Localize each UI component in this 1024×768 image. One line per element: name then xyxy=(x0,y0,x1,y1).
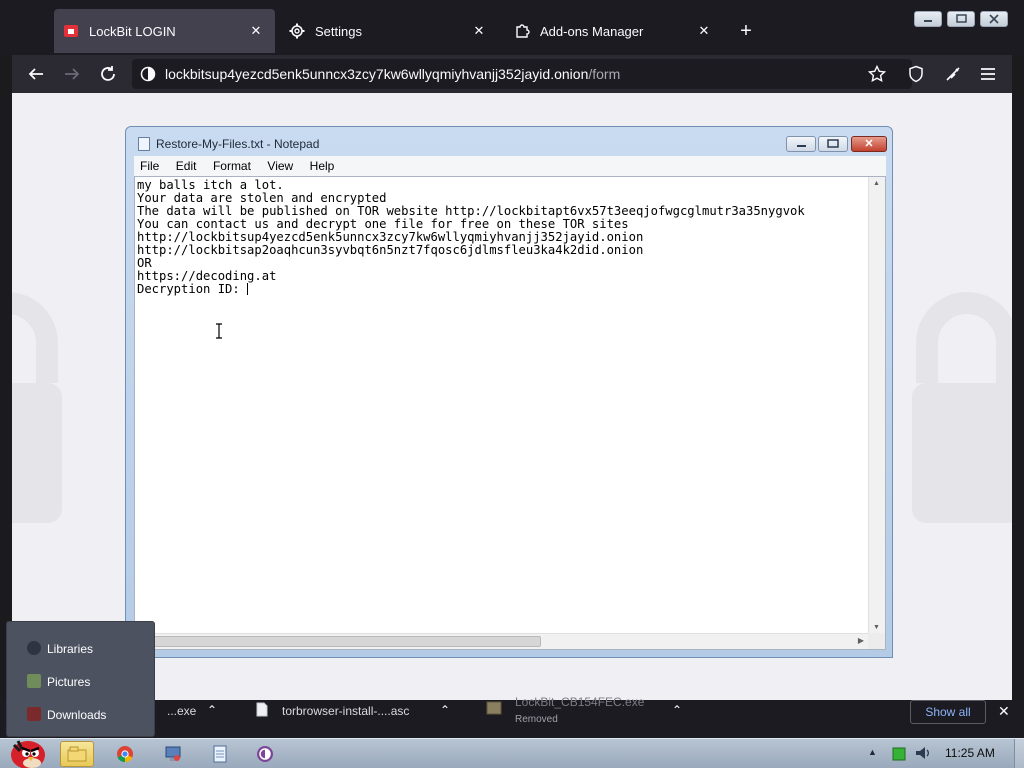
scroll-right-arrow-icon[interactable]: ▶ xyxy=(858,636,864,645)
scroll-up-arrow-icon[interactable]: ▲ xyxy=(873,180,880,187)
show-all-downloads-button[interactable]: Show all xyxy=(910,700,986,724)
explorer-icon[interactable] xyxy=(60,741,94,767)
close-tab-icon[interactable]: ✕ xyxy=(247,22,265,40)
windows-taskbar: ▲ 11:25 AM xyxy=(0,738,1024,768)
download-item[interactable]: torbrowser-install-....asc ⌃ xyxy=(240,700,465,738)
pictures-icon xyxy=(27,674,41,688)
onion-site-icon[interactable] xyxy=(140,66,156,87)
chrome-icon[interactable] xyxy=(108,741,142,767)
menu-format[interactable]: Format xyxy=(207,156,257,173)
lock-watermark-icon xyxy=(912,292,1012,523)
taskbar-clock[interactable]: 11:25 AM xyxy=(945,746,995,760)
vertical-scrollbar[interactable]: ▲ ▼ xyxy=(868,177,885,634)
bookmark-star-icon[interactable] xyxy=(866,63,888,85)
text-line: http://lockbitsap2oaqhcun3syvbqt6n5nzt7f… xyxy=(137,243,644,257)
show-desktop-button[interactable] xyxy=(1014,739,1024,768)
decryption-id-label: Decryption ID: xyxy=(137,282,248,296)
document-file-icon xyxy=(256,702,268,720)
text-line-decryption-id: Decryption ID: xyxy=(137,283,863,296)
speaker-volume-icon[interactable] xyxy=(914,745,932,766)
close-button[interactable]: ✕ xyxy=(851,136,887,152)
jumplist-label: Downloads xyxy=(47,708,107,722)
new-tab-plus-icon[interactable]: + xyxy=(735,20,757,42)
network-icon[interactable] xyxy=(892,747,906,766)
jumplist-item-libraries[interactable]: Libraries xyxy=(7,632,154,662)
tab-lockbit-login[interactable]: LockBit LOGIN ✕ xyxy=(54,9,275,53)
scroll-down-arrow-icon[interactable]: ▼ xyxy=(873,624,880,631)
notepad-window[interactable]: Restore-My-Files.txt - Notepad ✕ File Ed… xyxy=(125,126,893,658)
reload-icon[interactable] xyxy=(97,63,119,85)
show-hidden-icons-chevron-icon[interactable]: ▲ xyxy=(868,747,877,757)
tab-settings[interactable]: Settings ✕ xyxy=(280,9,498,53)
libraries-icon xyxy=(27,641,41,655)
horizontal-scroll-thumb[interactable] xyxy=(153,636,541,647)
download-status: Removed xyxy=(515,714,558,725)
menu-edit[interactable]: Edit xyxy=(170,156,203,173)
minimize-button[interactable] xyxy=(786,136,816,152)
forward-arrow-icon[interactable] xyxy=(61,63,83,85)
close-tab-icon[interactable]: ✕ xyxy=(470,22,488,40)
system-tray: ▲ xyxy=(866,745,936,763)
download-item[interactable]: ...exe ⌃ xyxy=(155,700,235,738)
browser-tab-strip: LockBit LOGIN ✕ Settings ✕ Add-ons Manag… xyxy=(0,0,1024,55)
notepad-icon xyxy=(138,137,150,151)
menu-file[interactable]: File xyxy=(134,156,165,173)
notepad-icon[interactable] xyxy=(203,741,237,767)
tor-browser-icon[interactable] xyxy=(248,741,282,767)
back-arrow-icon[interactable] xyxy=(25,63,47,85)
close-tab-icon[interactable]: ✕ xyxy=(695,22,713,40)
size-grip[interactable] xyxy=(868,633,885,649)
url-path: /form xyxy=(588,66,621,82)
start-button-angry-bird-icon[interactable] xyxy=(4,735,48,768)
lock-watermark-icon xyxy=(12,292,62,523)
close-download-shelf-icon[interactable]: ✕ xyxy=(998,703,1010,720)
url-host: lockbitsup4yezcd5enk5unncx3zcy7kw6wllyqm… xyxy=(165,66,589,82)
menu-view[interactable]: View xyxy=(261,156,299,173)
navigation-toolbar: lockbitsup4yezcd5enk5unncx3zcy7kw6wllyqm… xyxy=(12,55,1012,93)
text-cursor-ibeam-icon xyxy=(215,323,223,339)
minimize-window-button[interactable] xyxy=(914,11,942,27)
tab-addons-manager[interactable]: Add-ons Manager ✕ xyxy=(505,9,723,53)
new-identity-broom-icon[interactable] xyxy=(942,63,964,85)
chevron-up-icon[interactable]: ⌃ xyxy=(440,703,454,717)
hamburger-menu-icon[interactable] xyxy=(977,63,999,85)
horizontal-scrollbar[interactable]: ◀ ▶ xyxy=(135,633,868,649)
menu-help[interactable]: Help xyxy=(304,156,341,173)
explorer-jump-list: Libraries Pictures Downloads xyxy=(6,621,155,737)
chevron-up-icon[interactable]: ⌃ xyxy=(207,703,221,717)
text-caret xyxy=(247,283,249,295)
tab-label: Settings xyxy=(315,23,362,39)
jumplist-label: Libraries xyxy=(47,642,94,656)
shield-icon[interactable] xyxy=(905,63,927,85)
jumplist-item-downloads[interactable]: Downloads xyxy=(7,698,154,728)
lockbit-favicon-icon xyxy=(62,22,80,40)
control-panel-icon[interactable] xyxy=(156,741,190,767)
downloads-icon xyxy=(27,707,41,721)
download-name: torbrowser-install-....asc xyxy=(282,704,410,718)
close-window-button[interactable] xyxy=(980,11,1008,27)
tab-label: LockBit LOGIN xyxy=(89,23,176,39)
download-item[interactable]: LockBit_CB154FEC.exe Removed ⌃ xyxy=(480,695,700,738)
url-text: lockbitsup4yezcd5enk5unncx3zcy7kw6wllyqm… xyxy=(165,66,620,82)
menu-bar: File Edit Format View Help xyxy=(134,156,886,176)
gear-icon xyxy=(288,22,306,40)
document-text[interactable]: my balls itch a lot. Your data are stolen… xyxy=(137,179,863,629)
download-name: ...exe xyxy=(167,704,197,718)
tab-label: Add-ons Manager xyxy=(540,23,644,39)
jumplist-label: Pictures xyxy=(47,675,91,689)
url-bar[interactable]: lockbitsup4yezcd5enk5unncx3zcy7kw6wllyqm… xyxy=(132,59,912,89)
executable-file-icon xyxy=(486,700,502,719)
maximize-window-button[interactable] xyxy=(947,11,975,27)
maximize-button[interactable] xyxy=(818,136,848,152)
chevron-up-icon[interactable]: ⌃ xyxy=(672,703,686,717)
text-editor-area[interactable]: my balls itch a lot. Your data are stolen… xyxy=(134,176,886,650)
window-title: Restore-My-Files.txt - Notepad xyxy=(156,137,320,151)
download-name: LockBit_CB154FEC.exe xyxy=(515,695,645,709)
jumplist-item-pictures[interactable]: Pictures xyxy=(7,665,154,695)
puzzle-icon xyxy=(513,22,531,40)
